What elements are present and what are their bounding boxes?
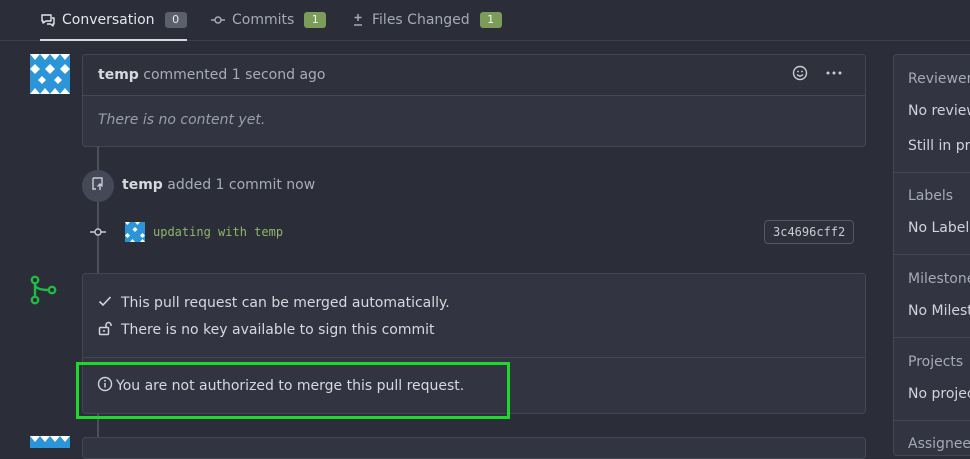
sidebar-reviewers-title[interactable]: Reviewers [908, 71, 970, 87]
diff-icon [350, 12, 366, 28]
tab-files-changed-label: Files Changed [372, 12, 470, 28]
push-event-author[interactable]: temp [122, 177, 163, 193]
commit-node-icon [89, 224, 107, 244]
push-event-badge [82, 170, 114, 202]
merge-icon [28, 275, 58, 309]
merge-check-row: This pull request can be merged automati… [97, 293, 450, 313]
push-event-description: added 1 commit now [167, 177, 316, 193]
sidebar-milestone-value: No Milestone [908, 303, 970, 319]
comment-body: There is no content yet. [98, 112, 266, 128]
merge-check-text: This pull request can be merged automati… [121, 295, 450, 311]
tab-files-changed[interactable]: Files Changed 1 [350, 0, 502, 40]
sidebar-divider [894, 337, 970, 338]
avatar[interactable] [30, 54, 70, 94]
commit-sha-button[interactable]: 3c4696cff2 [764, 220, 855, 244]
sidebar-labels-value: No Label [908, 220, 970, 236]
comment-time[interactable]: 1 second ago [232, 67, 326, 83]
sidebar-divider [894, 172, 970, 173]
next-comment-card [82, 437, 866, 459]
pr-tabs: Conversation 0 Commits 1 Files Changed 1 [0, 0, 970, 41]
commit-author-avatar[interactable] [125, 222, 145, 242]
avatar[interactable] [30, 436, 70, 448]
merge-key-row: There is no key available to sign this c… [97, 320, 434, 340]
comment-meta: temp commented 1 second ago [98, 67, 326, 83]
sidebar-milestone-title[interactable]: Milestone [908, 271, 970, 287]
commit-icon [210, 12, 226, 28]
tab-conversation-label: Conversation [62, 11, 155, 28]
kebab-icon[interactable] [825, 65, 843, 85]
sidebar-labels-title[interactable]: Labels [908, 188, 953, 204]
merge-key-text: There is no key available to sign this c… [121, 322, 435, 338]
tab-files-changed-count: 1 [479, 12, 502, 28]
pr-sidebar: Reviewers No reviewers Still in progress… [893, 54, 970, 456]
sidebar-reviewers-value: No reviewers [908, 103, 970, 119]
tab-conversation[interactable]: Conversation 0 [40, 0, 187, 41]
unlock-icon [97, 320, 113, 340]
comment-author[interactable]: temp [98, 67, 139, 83]
tab-commits[interactable]: Commits 1 [210, 0, 327, 40]
tab-commits-label: Commits [232, 12, 295, 28]
commit-message[interactable]: updating with temp [153, 225, 283, 239]
smiley-icon[interactable] [792, 65, 808, 85]
tab-conversation-count: 0 [164, 11, 187, 28]
sidebar-projects-value: No project [908, 386, 970, 402]
push-event-text: temp added 1 commit now [122, 177, 315, 193]
sidebar-reviewers-note: Still in progress [908, 138, 970, 154]
highlight-box [76, 362, 510, 419]
comment-header: temp commented 1 second ago [83, 55, 865, 96]
merge-box-divider [83, 357, 865, 358]
check-icon [97, 293, 113, 313]
comment-action: commented [143, 67, 228, 83]
sidebar-projects-title[interactable]: Projects [908, 354, 963, 370]
repo-push-icon [90, 176, 106, 196]
tab-commits-count: 1 [304, 12, 327, 28]
sidebar-assignees-title[interactable]: Assignees [908, 436, 970, 452]
sidebar-divider [894, 420, 970, 421]
sidebar-divider [894, 254, 970, 255]
conversation-icon [40, 12, 56, 28]
comment-card: temp commented 1 second ago There is no … [82, 54, 866, 147]
